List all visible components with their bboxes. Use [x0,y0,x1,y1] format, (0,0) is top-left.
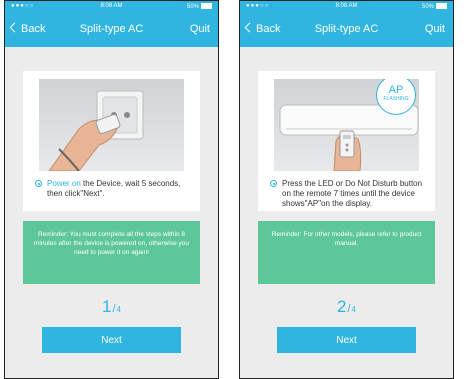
step-card: AP FLASHING Press the LED or Do Not Dist… [258,71,435,211]
nav-bar: Back Split-type AC Quit [240,13,453,47]
step-current: 2 [337,297,347,316]
flashing-label: FLASHING [383,96,409,102]
battery-indicator: 50% [422,3,447,10]
battery-icon [201,3,212,9]
step-total: 4 [351,305,356,314]
step-counter: 2/4 [240,297,453,317]
page-title: Split-type AC [79,23,144,35]
phone-screen-2: ●●●○○ 8:08 AM 50% Back Split-type AC Qui… [239,0,454,379]
next-button[interactable]: Next [277,327,416,353]
illustration-power-on [39,79,184,171]
page-title: Split-type AC [314,23,379,35]
reminder-box: Reminder: For other models, please refer… [258,221,435,284]
status-bar: ●●●○○ 8:08 AM 50% [240,1,453,13]
battery-icon [436,3,447,9]
next-button[interactable]: Next [42,327,181,353]
reminder-box: Reminder: You must complete all the step… [23,221,200,284]
quit-button[interactable]: Quit [190,23,210,35]
step-separator: / [347,303,351,315]
step-current: 1 [102,297,112,316]
content-area: Power on the Device, wait 5 seconds, the… [5,47,218,378]
step-highlight: Power on [47,179,81,188]
battery-indicator: 50% [187,3,212,10]
step-counter: 1/4 [5,297,218,317]
step-instruction: Power on the Device, wait 5 seconds, the… [35,179,192,199]
step-separator: / [112,303,116,315]
step-total: 4 [116,305,121,314]
content-area: AP FLASHING Press the LED or Do Not Dist… [240,47,453,378]
phone-screen-1: ●●●○○ 8:08 AM 50% Back Split-type AC Qui… [4,0,219,379]
nav-bar: Back Split-type AC Quit [5,13,218,47]
power-socket-illustration [48,90,144,171]
battery-percent: 50% [421,4,434,10]
radio-selected-icon [270,180,277,187]
quit-button[interactable]: Quit [425,23,445,35]
illustration-ac-remote: AP FLASHING [274,79,419,171]
step-text: Press the LED or Do Not Disturb button o… [282,179,423,208]
battery-percent: 50% [186,4,199,10]
status-bar: ●●●○○ 8:08 AM 50% [5,1,218,13]
step-instruction: Press the LED or Do Not Disturb button o… [270,179,427,209]
radio-selected-icon [35,180,42,187]
ap-label: AP [388,84,404,96]
step-card: Power on the Device, wait 5 seconds, the… [23,71,200,211]
